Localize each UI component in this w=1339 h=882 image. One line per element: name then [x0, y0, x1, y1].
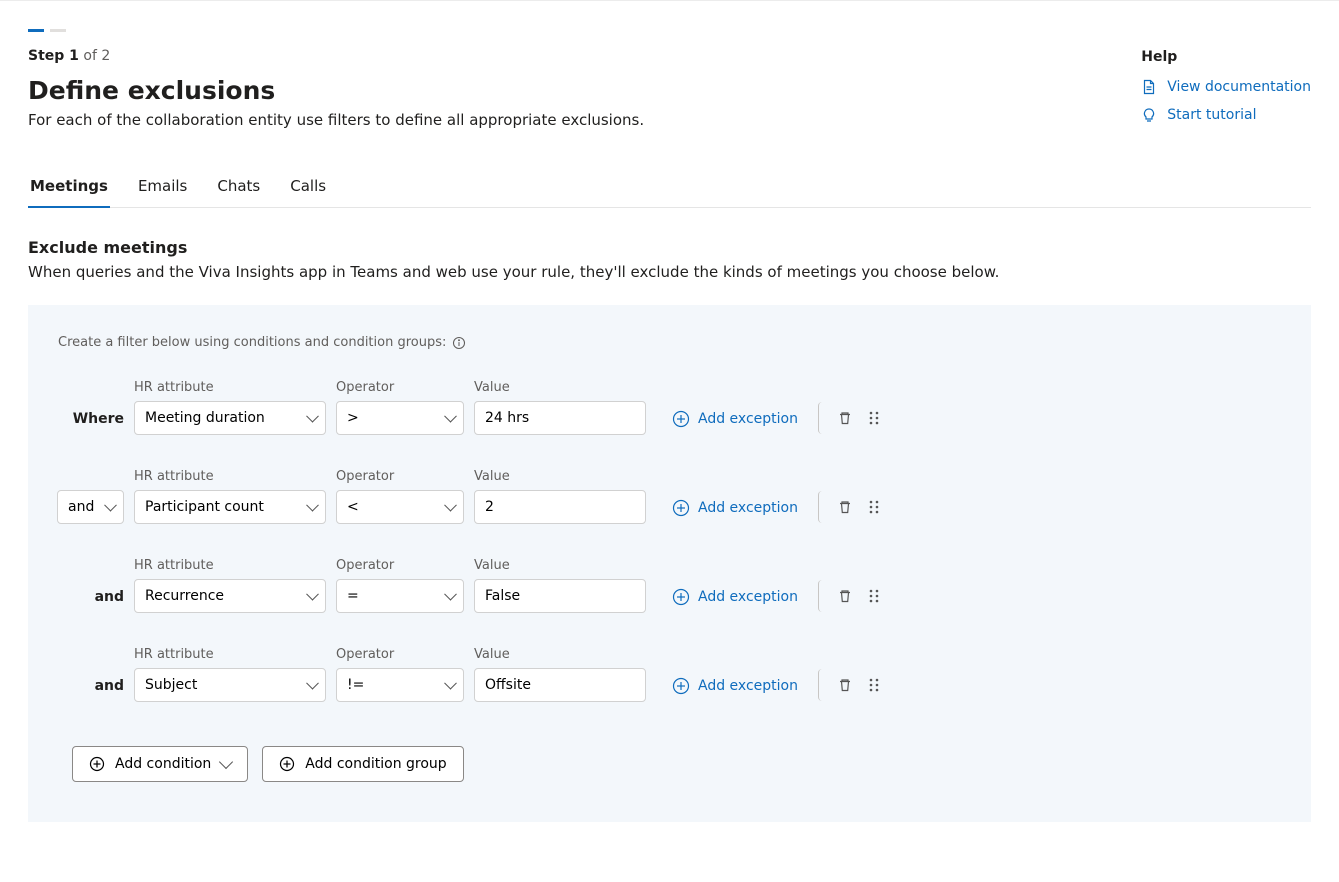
- attribute-select-label: HR attribute: [134, 469, 326, 484]
- plus-circle-icon: [89, 756, 105, 772]
- operator-select[interactable]: >: [336, 401, 464, 435]
- attribute-select[interactable]: Meeting duration: [134, 401, 326, 435]
- tab-emails[interactable]: Emails: [136, 167, 189, 207]
- progress-step-1: [28, 29, 44, 32]
- plus-circle-icon: [672, 677, 690, 695]
- plus-circle-icon: [279, 756, 295, 772]
- drag-handle-icon: [867, 410, 881, 426]
- value-input[interactable]: [474, 401, 646, 435]
- trash-icon: [837, 677, 853, 693]
- value-input-label: Value: [474, 380, 646, 395]
- drag-handle[interactable]: [858, 491, 890, 523]
- connector-and: and: [95, 678, 124, 702]
- attribute-select[interactable]: Participant count: [134, 490, 326, 524]
- trash-icon: [837, 588, 853, 604]
- help-panel: Help View documentation Start tutorial: [1141, 49, 1311, 135]
- value-input-label: Value: [474, 469, 646, 484]
- drag-handle[interactable]: [858, 669, 890, 701]
- connector-where: Where: [73, 411, 124, 435]
- page-subtitle: For each of the collaboration entity use…: [28, 111, 1311, 129]
- condition-row: and HR attribute Participant count Operator…: [58, 469, 1281, 524]
- lightbulb-icon: [1141, 107, 1157, 123]
- progress-indicator: [28, 29, 1311, 32]
- add-exception-button[interactable]: Add exception: [672, 588, 798, 613]
- operator-select[interactable]: !=: [336, 668, 464, 702]
- entity-tabs: Meetings Emails Chats Calls: [28, 167, 1311, 208]
- add-condition-label: Add condition: [115, 756, 211, 772]
- drag-handle-icon: [867, 499, 881, 515]
- drag-handle[interactable]: [858, 580, 890, 612]
- delete-button[interactable]: [818, 491, 858, 523]
- plus-circle-icon: [672, 499, 690, 517]
- tab-chats[interactable]: Chats: [215, 167, 262, 207]
- attribute-select[interactable]: Subject: [134, 668, 326, 702]
- value-input[interactable]: [474, 490, 646, 524]
- section-heading: Exclude meetings: [28, 238, 1311, 257]
- drag-handle-icon: [867, 588, 881, 604]
- document-icon: [1141, 79, 1157, 95]
- condition-row: and HR attribute Recurrence Operator = Value A…: [58, 558, 1281, 613]
- add-exception-label: Add exception: [698, 411, 798, 427]
- panel-hint: Create a filter below using conditions a…: [58, 335, 1281, 350]
- value-input[interactable]: [474, 579, 646, 613]
- operator-select[interactable]: <: [336, 490, 464, 524]
- view-documentation-label: View documentation: [1167, 79, 1311, 95]
- attribute-select-label: HR attribute: [134, 558, 326, 573]
- connector-and: and: [95, 589, 124, 613]
- attribute-select[interactable]: Recurrence: [134, 579, 326, 613]
- trash-icon: [837, 410, 853, 426]
- connector-select[interactable]: and: [57, 490, 124, 524]
- section-description: When queries and the Viva Insights app i…: [28, 263, 1311, 281]
- add-condition-group-label: Add condition group: [305, 756, 446, 772]
- value-input-label: Value: [474, 647, 646, 662]
- operator-select[interactable]: =: [336, 579, 464, 613]
- add-exception-button[interactable]: Add exception: [672, 677, 798, 702]
- step-text: Step 1 of 2: [28, 48, 1311, 64]
- start-tutorial-label: Start tutorial: [1167, 107, 1256, 123]
- page-title: Define exclusions: [28, 76, 1311, 105]
- condition-row: Where HR attribute Meeting duration Operato…: [58, 380, 1281, 435]
- chevron-down-icon: [219, 755, 233, 769]
- step-current: Step 1: [28, 48, 79, 64]
- help-heading: Help: [1141, 49, 1311, 65]
- view-documentation-link[interactable]: View documentation: [1141, 79, 1311, 95]
- drag-handle-icon: [867, 677, 881, 693]
- value-input[interactable]: [474, 668, 646, 702]
- add-condition-button[interactable]: Add condition: [72, 746, 248, 782]
- delete-button[interactable]: [818, 580, 858, 612]
- plus-circle-icon: [672, 588, 690, 606]
- progress-step-2: [50, 29, 66, 32]
- add-exception-button[interactable]: Add exception: [672, 410, 798, 435]
- add-exception-label: Add exception: [698, 678, 798, 694]
- start-tutorial-link[interactable]: Start tutorial: [1141, 107, 1311, 123]
- trash-icon: [837, 499, 853, 515]
- tab-calls[interactable]: Calls: [288, 167, 328, 207]
- filter-panel: Create a filter below using conditions a…: [28, 305, 1311, 822]
- add-exception-label: Add exception: [698, 589, 798, 605]
- drag-handle[interactable]: [858, 402, 890, 434]
- add-exception-label: Add exception: [698, 500, 798, 516]
- panel-hint-text: Create a filter below using conditions a…: [58, 335, 446, 350]
- operator-select-label: Operator: [336, 380, 464, 395]
- delete-button[interactable]: [818, 669, 858, 701]
- conditions-list: Where HR attribute Meeting duration Operato…: [58, 380, 1281, 702]
- delete-button[interactable]: [818, 402, 858, 434]
- plus-circle-icon: [672, 410, 690, 428]
- attribute-select-label: HR attribute: [134, 380, 326, 395]
- operator-select-label: Operator: [336, 647, 464, 662]
- add-exception-button[interactable]: Add exception: [672, 499, 798, 524]
- attribute-select-label: HR attribute: [134, 647, 326, 662]
- info-icon[interactable]: [452, 336, 466, 350]
- tab-meetings[interactable]: Meetings: [28, 167, 110, 207]
- operator-select-label: Operator: [336, 469, 464, 484]
- condition-row: and HR attribute Subject Operator != Value Add…: [58, 647, 1281, 702]
- step-total: of 2: [83, 48, 110, 64]
- value-input-label: Value: [474, 558, 646, 573]
- add-condition-group-button[interactable]: Add condition group: [262, 746, 463, 782]
- operator-select-label: Operator: [336, 558, 464, 573]
